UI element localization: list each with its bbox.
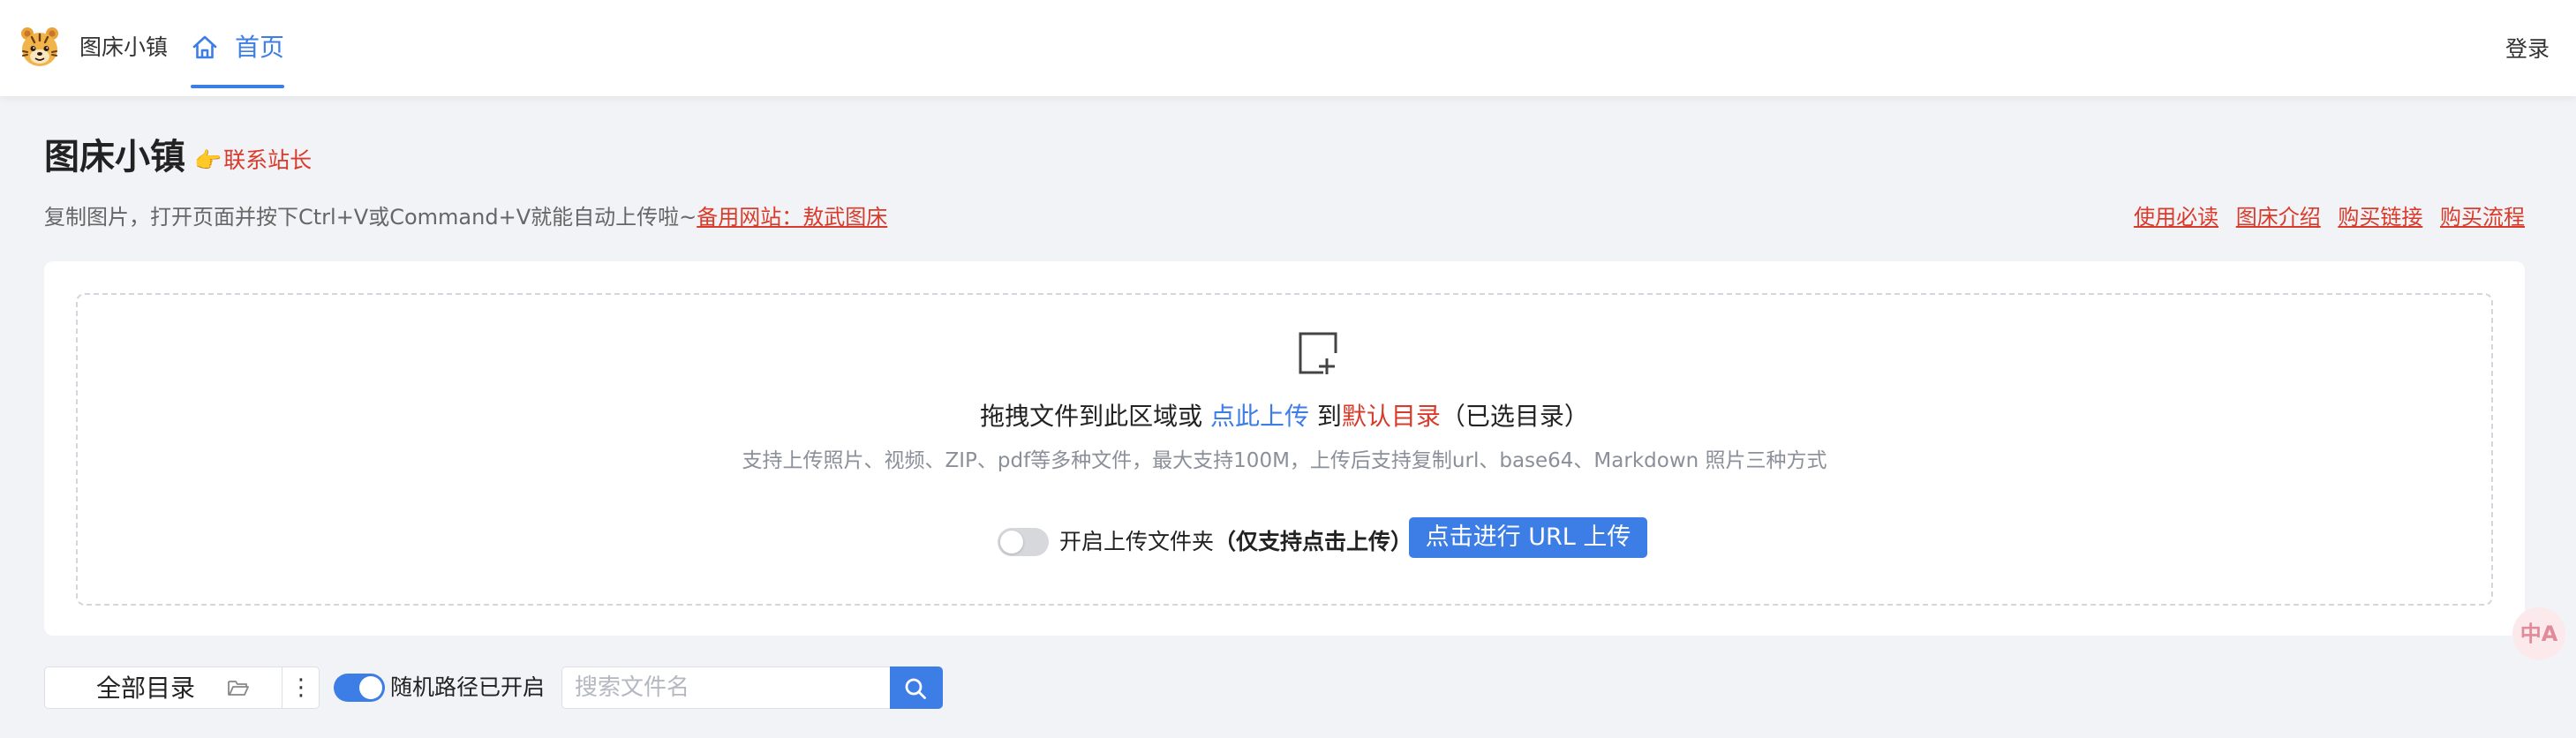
home-icon (192, 35, 217, 59)
folder-upload-label-text: 开启上传文件夹 (1059, 529, 1215, 554)
link-intro[interactable]: 图床介绍 (2236, 205, 2321, 230)
active-tab-indicator (191, 85, 284, 88)
contact-admin-link[interactable]: 👉联系站长 (194, 145, 312, 177)
folder-open-icon (228, 681, 249, 696)
translate-button[interactable]: 中A (2512, 607, 2565, 660)
add-file-icon (1299, 332, 1337, 374)
to-text: 到 (1308, 402, 1342, 431)
page-subtitle: 复制图片，打开页面并按下Ctrl+V或Command+V就能自动上传啦~备用网站… (44, 201, 887, 233)
selected-dir-note: （已选目录） (1440, 402, 1589, 431)
contact-admin-label: 联系站长 (223, 147, 313, 173)
translate-icon: 中A (2520, 621, 2558, 646)
supported-formats-text: 支持上传照片、视频、ZIP、pdf等多种文件，最大支持100M，上传后支持复制u… (742, 449, 1827, 472)
header-links: 使用必读 图床介绍 购买链接 购买流程 (2123, 201, 2525, 233)
search-input[interactable] (561, 666, 892, 709)
random-path-toggle[interactable] (334, 674, 385, 702)
nav-home-label: 首页 (235, 33, 285, 62)
directory-select-label: 全部目录 (96, 674, 196, 703)
random-path-label: 随机路径已开启 (390, 674, 546, 700)
upload-card: 拖拽文件到此区域或 点此上传 到默认目录（已选目录） 支持上传照片、视频、ZIP… (44, 261, 2525, 636)
click-upload-link[interactable]: 点此上传 (1210, 402, 1309, 431)
search-icon (905, 678, 926, 699)
upload-dropzone[interactable]: 拖拽文件到此区域或 点此上传 到默认目录（已选目录） 支持上传照片、视频、ZIP… (76, 293, 2493, 606)
top-navbar: 图床小镇 首页 登录 (0, 0, 2576, 96)
brand-name[interactable]: 图床小镇 (79, 30, 168, 65)
login-link[interactable]: 登录 (2505, 32, 2550, 67)
folder-upload-note: （仅支持点击上传） (1214, 529, 1413, 554)
link-purchase[interactable]: 购买链接 (2338, 205, 2422, 230)
search-button[interactable] (890, 666, 943, 709)
link-purchase-process[interactable]: 购买流程 (2440, 205, 2525, 230)
toggle-knob (359, 676, 382, 699)
toggle-knob (1000, 531, 1023, 554)
directory-select[interactable]: 全部目录 ⋮ (44, 666, 320, 709)
tiger-logo-icon[interactable] (19, 25, 60, 69)
dropzone-instruction: 拖拽文件到此区域或 点此上传 到默认目录（已选目录） (78, 399, 2491, 434)
target-directory: 默认目录 (1341, 402, 1441, 431)
folder-upload-toggle[interactable] (998, 528, 1049, 556)
subtitle-text: 复制图片，打开页面并按下Ctrl+V或Command+V就能自动上传啦~ (44, 205, 697, 230)
page-title: 图床小镇 (44, 137, 185, 177)
folder-upload-label: 开启上传文件夹（仅支持点击上传） (1059, 524, 1412, 560)
pointing-hand-icon: 👉 (194, 147, 222, 173)
drag-text: 拖拽文件到此区域或 (980, 402, 1210, 431)
backup-site-link[interactable]: 备用网站：敖武图床 (697, 205, 887, 230)
link-usage-guide[interactable]: 使用必读 (2134, 205, 2218, 230)
more-options-icon[interactable]: ⋮ (283, 667, 319, 708)
url-upload-button[interactable]: 点击进行 URL 上传 (1409, 517, 1647, 558)
